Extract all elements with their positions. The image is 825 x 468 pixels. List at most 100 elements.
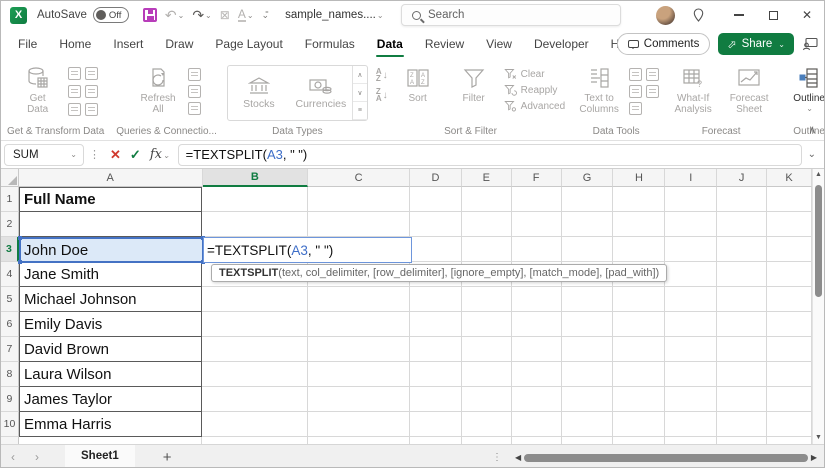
cell-F9[interactable] <box>511 387 562 412</box>
save-button[interactable] <box>141 8 159 22</box>
row-header-1[interactable]: 1 <box>1 187 19 212</box>
column-header-E[interactable]: E <box>461 169 512 187</box>
cell-J3[interactable] <box>717 237 768 262</box>
cell-J4[interactable] <box>717 262 768 287</box>
cell-F8[interactable] <box>511 362 562 387</box>
cell-E11[interactable] <box>462 437 512 444</box>
cell-G1[interactable] <box>561 187 614 212</box>
cell-D11[interactable] <box>410 437 462 444</box>
cell-I6[interactable] <box>665 312 718 337</box>
queries-mini-buttons[interactable] <box>188 68 202 115</box>
forecast-sheet-button[interactable]: Forecast Sheet <box>723 64 775 115</box>
sort-ascending-button[interactable]: A Z ↓ <box>376 68 388 83</box>
cell-J9[interactable] <box>717 387 768 412</box>
cell-G3[interactable] <box>561 237 614 262</box>
column-header-H[interactable]: H <box>613 169 666 187</box>
row-header-2[interactable]: 2 <box>1 212 19 237</box>
cell-K11[interactable] <box>767 437 812 444</box>
data-validation-icon[interactable] <box>629 102 643 115</box>
row-header-5[interactable]: 5 <box>1 287 19 312</box>
flash-fill-icon[interactable] <box>629 68 643 81</box>
cell-H5[interactable] <box>613 287 666 312</box>
column-header-G[interactable]: G <box>561 169 614 187</box>
cell-F1[interactable] <box>511 187 562 212</box>
row-header-9[interactable]: 9 <box>1 387 19 412</box>
cell-B11[interactable] <box>202 437 309 444</box>
sheet-grid[interactable]: ABCDEFGHIJK1Full Name23John Doe4Jane Smi… <box>1 169 812 444</box>
column-header-F[interactable]: F <box>511 169 562 187</box>
cell-F6[interactable] <box>511 312 562 337</box>
comments-button[interactable]: Comments <box>616 33 711 55</box>
cell-C2[interactable] <box>308 212 410 237</box>
close-button[interactable]: ✕ <box>790 1 824 29</box>
recent-sources-icon[interactable] <box>84 67 98 80</box>
cell-H11[interactable] <box>613 437 666 444</box>
properties-icon[interactable] <box>188 85 202 98</box>
cell-F7[interactable] <box>511 337 562 362</box>
cell-J1[interactable] <box>717 187 768 212</box>
cell-G10[interactable] <box>561 412 614 437</box>
gallery-scrollbar[interactable]: ∧ ∨ ≡ <box>351 66 367 120</box>
clear-filter-button[interactable]: Clear <box>503 68 565 80</box>
cell-J8[interactable] <box>717 362 768 387</box>
sheet-tab-sheet1[interactable]: Sheet1 <box>65 445 135 467</box>
column-header-D[interactable]: D <box>409 169 462 187</box>
from-table-icon[interactable] <box>67 103 81 116</box>
gallery-more-icon[interactable]: ≡ <box>352 102 367 120</box>
cell-C8[interactable] <box>308 362 410 387</box>
scroll-right-icon[interactable]: ▶ <box>808 453 820 462</box>
cell-D2[interactable] <box>409 212 462 237</box>
cell-K9[interactable] <box>767 387 812 412</box>
customize-qat-button[interactable]: ⌄̄ <box>260 10 272 21</box>
expand-formula-bar-button[interactable]: ⌄ <box>808 149 816 160</box>
from-picture-icon[interactable] <box>84 103 98 116</box>
remove-duplicates-icon[interactable] <box>629 85 643 98</box>
cell-G5[interactable] <box>561 287 614 312</box>
collapse-ribbon-button[interactable]: ∧ <box>809 125 816 136</box>
cell-B7[interactable] <box>202 337 309 362</box>
cell-K4[interactable] <box>767 262 812 287</box>
splitter-dots-icon[interactable]: ⋮ <box>492 452 502 463</box>
reapply-filter-button[interactable]: Reapply <box>503 84 565 96</box>
tab-page-layout[interactable]: Page Layout <box>204 29 293 59</box>
cell-F5[interactable] <box>511 287 562 312</box>
insert-function-button[interactable]: fx⌄ <box>150 147 170 162</box>
font-color-button[interactable]: A ⌄ <box>236 8 256 22</box>
sort-descending-button[interactable]: Z A ↓ <box>376 88 388 103</box>
cell-J10[interactable] <box>717 412 768 437</box>
sort-button[interactable]: ZAAZ Sort <box>392 64 444 104</box>
share-screen-icon[interactable] <box>802 37 818 51</box>
cell-C6[interactable] <box>308 312 410 337</box>
minimize-button[interactable] <box>722 1 756 29</box>
cell-D10[interactable] <box>409 412 462 437</box>
cell-B2[interactable] <box>202 212 309 237</box>
search-input[interactable]: Search <box>401 4 621 26</box>
row-header-7[interactable]: 7 <box>1 337 19 362</box>
cell-I2[interactable] <box>665 212 718 237</box>
cell-A2[interactable] <box>18 212 203 237</box>
user-avatar[interactable] <box>656 5 675 25</box>
sheet-nav-right-icon[interactable]: › <box>25 450 49 464</box>
cell-D3[interactable] <box>409 237 462 262</box>
column-header-J[interactable]: J <box>717 169 768 187</box>
cell-A9[interactable]: James Taylor <box>18 387 203 412</box>
column-header-K[interactable]: K <box>767 169 812 187</box>
delete-cells-button[interactable]: ⊠ <box>218 8 232 22</box>
cell-K1[interactable] <box>767 187 812 212</box>
cell-I11[interactable] <box>665 437 718 444</box>
cell-I8[interactable] <box>665 362 718 387</box>
cell-G7[interactable] <box>561 337 614 362</box>
cell-K5[interactable] <box>767 287 812 312</box>
cell-H3[interactable] <box>613 237 666 262</box>
cell-F11[interactable] <box>512 437 562 444</box>
column-header-C[interactable]: C <box>308 169 410 187</box>
cancel-button[interactable]: ✕ <box>110 147 121 163</box>
currencies-button[interactable]: Currencies <box>290 66 352 120</box>
row-header-3[interactable]: 3 <box>1 237 19 262</box>
column-header-I[interactable]: I <box>665 169 718 187</box>
scroll-left-icon[interactable]: ◀ <box>512 453 524 462</box>
cell-I10[interactable] <box>665 412 718 437</box>
cell-E8[interactable] <box>461 362 512 387</box>
cell-J7[interactable] <box>717 337 768 362</box>
from-database-icon[interactable] <box>67 85 81 98</box>
